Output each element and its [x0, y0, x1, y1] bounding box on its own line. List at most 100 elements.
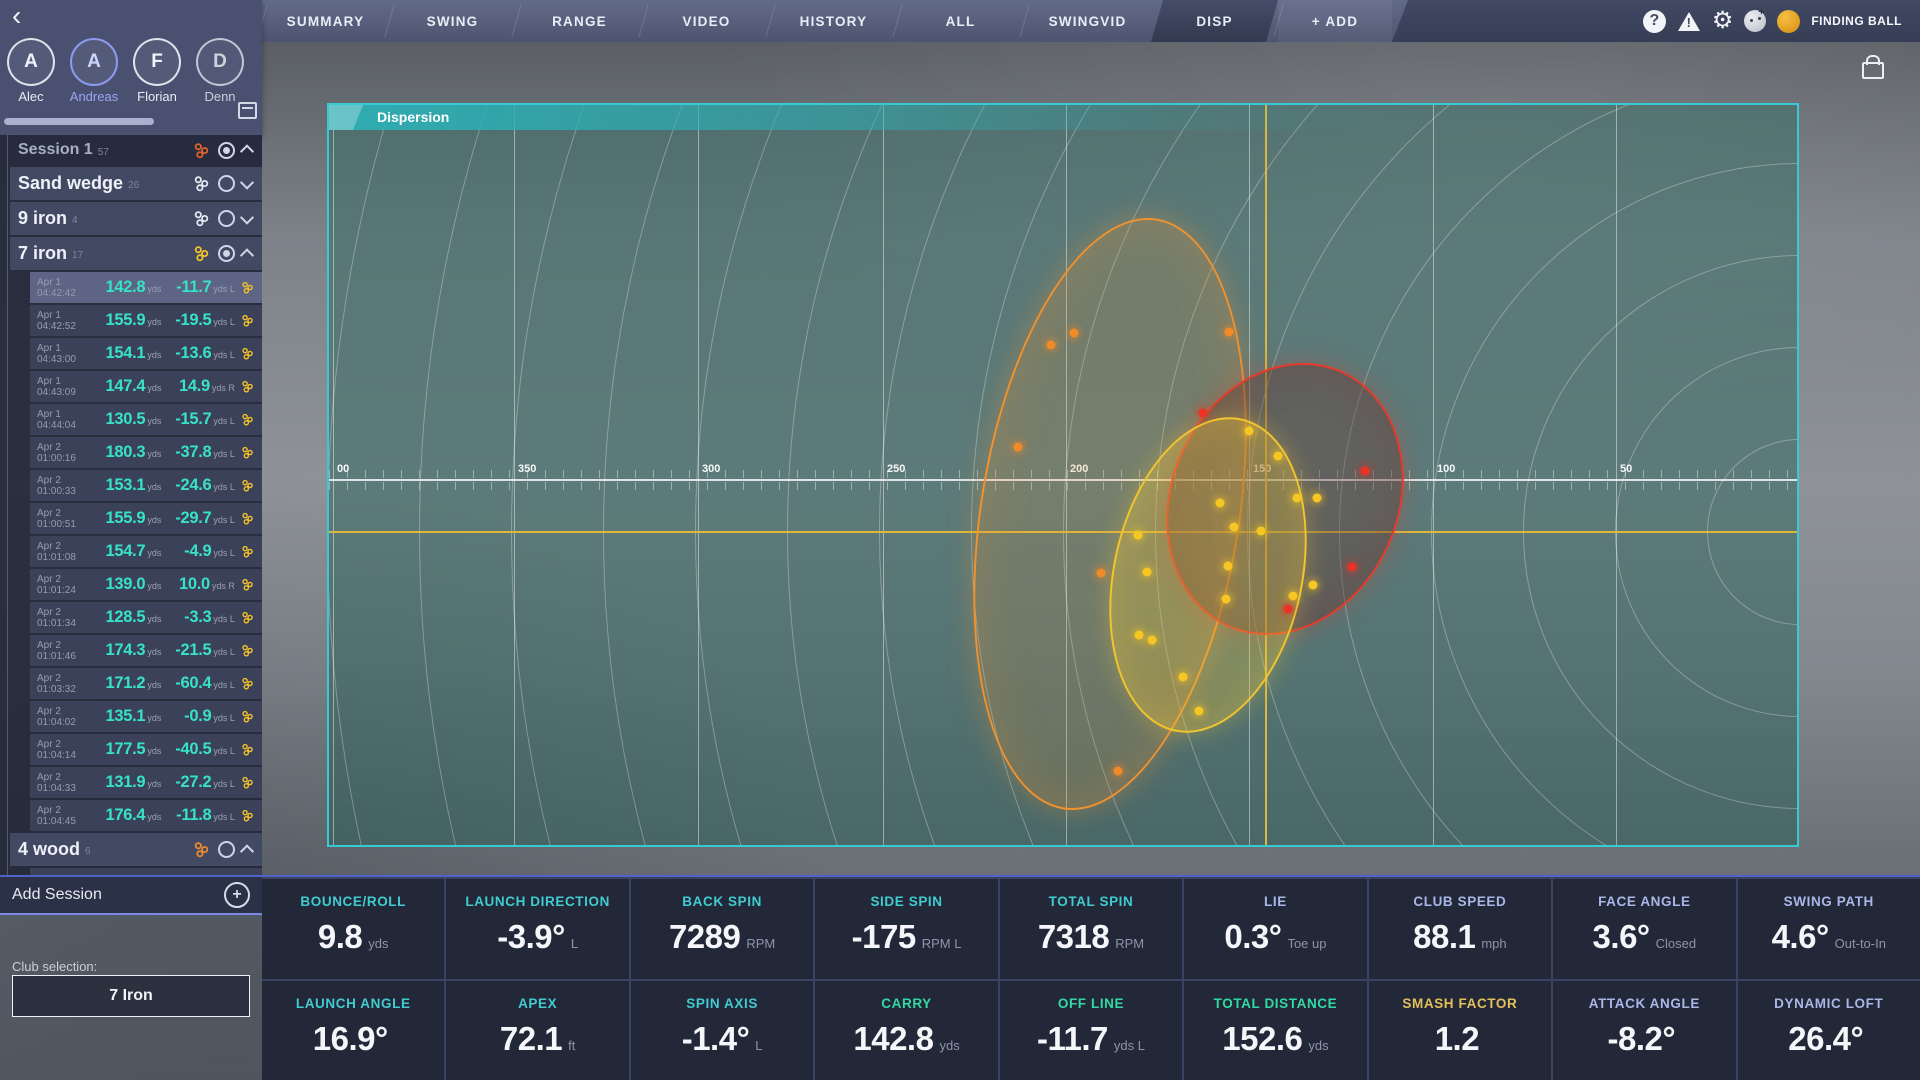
- club-expand-chevron-icon[interactable]: [240, 210, 254, 224]
- shot-dot[interactable]: [1216, 499, 1225, 508]
- shot-dot[interactable]: [1179, 673, 1188, 682]
- shot-dispersion-icon[interactable]: [241, 775, 254, 790]
- session-header[interactable]: Session 1 57: [10, 135, 262, 165]
- shot-dispersion-icon[interactable]: [241, 709, 254, 724]
- shot-dot[interactable]: [1284, 605, 1293, 614]
- avatar[interactable]: A: [7, 38, 55, 86]
- player-item[interactable]: F Florian: [132, 38, 182, 104]
- shot-row[interactable]: Apr 104:44:04 130.5yds -15.7yds L: [30, 404, 262, 435]
- shot-dot[interactable]: [1199, 409, 1208, 418]
- club-row[interactable]: 4 wood 6: [10, 833, 262, 866]
- session-collapse-chevron-icon[interactable]: [240, 144, 254, 158]
- back-button[interactable]: ‹: [12, 2, 21, 30]
- shot-row[interactable]: Apr 201:01:08 154.7yds -4.9yds L: [30, 536, 262, 567]
- avatar[interactable]: F: [133, 38, 181, 86]
- shot-row[interactable]: Apr 201:01:34 128.5yds -3.3yds L: [30, 602, 262, 633]
- shot-dot[interactable]: [1309, 581, 1318, 590]
- nav-tab[interactable]: DISP: [1151, 0, 1278, 42]
- club-dispersion-icon[interactable]: [193, 210, 210, 227]
- shot-dispersion-icon[interactable]: [241, 610, 254, 625]
- shot-dispersion-icon[interactable]: [241, 445, 254, 460]
- shot-dot[interactable]: [1135, 631, 1144, 640]
- shot-row[interactable]: Apr 201:00:51 155.9yds -29.7yds L: [30, 503, 262, 534]
- shot-row[interactable]: Apr 201:00:33 153.1yds -24.6yds L: [30, 470, 262, 501]
- player-scrollbar[interactable]: [4, 118, 154, 125]
- club-select-radio[interactable]: [218, 210, 235, 227]
- shot-row[interactable]: Apr 201:04:33 131.9yds -27.2yds L: [30, 767, 262, 798]
- shot-dispersion-icon[interactable]: [241, 478, 254, 493]
- nav-tab[interactable]: SUMMARY: [262, 0, 389, 42]
- shot-row[interactable]: Apr 104:42:52 155.9yds -19.5yds L: [30, 305, 262, 336]
- shot-dot[interactable]: [1230, 523, 1239, 532]
- shot-dispersion-icon[interactable]: [241, 280, 254, 295]
- shot-dispersion-icon[interactable]: [241, 346, 254, 361]
- shot-dispersion-icon[interactable]: [241, 412, 254, 427]
- shot-dot[interactable]: [1361, 467, 1370, 476]
- nav-tab[interactable]: SWINGVID: [1024, 0, 1151, 42]
- shot-row[interactable]: Apr 201:04:02 135.1yds -0.9yds L: [30, 701, 262, 732]
- shot-dispersion-icon[interactable]: [241, 808, 254, 823]
- club-select-radio[interactable]: [218, 245, 235, 262]
- plus-icon[interactable]: +: [224, 882, 250, 908]
- shot-dot[interactable]: [1225, 328, 1234, 337]
- club-select-radio[interactable]: [218, 841, 235, 858]
- shot-dot[interactable]: [1257, 527, 1266, 536]
- shot-dispersion-icon[interactable]: [241, 577, 254, 592]
- club-expand-chevron-icon[interactable]: [240, 844, 254, 858]
- shot-dot[interactable]: [1293, 494, 1302, 503]
- shot-dot[interactable]: [1222, 595, 1231, 604]
- shot-row[interactable]: Apr 104:43:09 147.4yds 14.9yds R: [30, 371, 262, 402]
- nav-tab[interactable]: VIDEO: [643, 0, 770, 42]
- club-dispersion-icon[interactable]: [193, 841, 210, 858]
- shot-dot[interactable]: [1348, 563, 1357, 572]
- nav-tab[interactable]: HISTORY: [770, 0, 897, 42]
- shot-dot[interactable]: [1047, 341, 1056, 350]
- shot-dot[interactable]: [1195, 707, 1204, 716]
- shot-dispersion-icon[interactable]: [241, 379, 254, 394]
- shot-dot[interactable]: [1097, 569, 1106, 578]
- avatar[interactable]: A: [70, 38, 118, 86]
- shot-row[interactable]: Apr 104:42:42 142.8yds -11.7yds L: [30, 272, 262, 303]
- help-icon[interactable]: ?: [1643, 10, 1666, 33]
- shot-dot[interactable]: [1274, 452, 1283, 461]
- shot-dispersion-icon[interactable]: [241, 313, 254, 328]
- nav-tab[interactable]: SWING: [389, 0, 516, 42]
- club-row[interactable]: 7 iron 17: [10, 237, 262, 270]
- archive-icon[interactable]: [238, 102, 257, 119]
- shot-dot[interactable]: [1143, 568, 1152, 577]
- ball-detect-icon[interactable]: [1744, 10, 1766, 32]
- club-select-radio[interactable]: [218, 175, 235, 192]
- shot-dot[interactable]: [1245, 427, 1254, 436]
- nav-tab[interactable]: ALL: [897, 0, 1024, 42]
- shot-dot[interactable]: [1313, 494, 1322, 503]
- shot-dot[interactable]: [1148, 636, 1157, 645]
- add-session-button[interactable]: Add Session +: [0, 877, 262, 915]
- shot-row[interactable]: Apr 201:03:32 171.2yds -60.4yds L: [30, 668, 262, 699]
- club-row[interactable]: 9 iron 4: [10, 202, 262, 235]
- shot-dot[interactable]: [1224, 562, 1233, 571]
- club-row[interactable]: Sand wedge 26: [10, 167, 262, 200]
- session-dispersion-icon[interactable]: [193, 142, 210, 159]
- shot-dispersion-icon[interactable]: [241, 544, 254, 559]
- club-dispersion-icon[interactable]: [193, 175, 210, 192]
- shot-row[interactable]: Apr 201:00:16 180.3yds -37.8yds L: [30, 437, 262, 468]
- settings-gear-icon[interactable]: ⚙: [1712, 9, 1734, 33]
- shot-dispersion-icon[interactable]: [241, 643, 254, 658]
- shot-dispersion-icon[interactable]: [241, 511, 254, 526]
- session-select-radio[interactable]: [218, 142, 235, 159]
- club-expand-chevron-icon[interactable]: [240, 248, 254, 262]
- shot-dot[interactable]: [1134, 531, 1143, 540]
- club-selection-button[interactable]: 7 Iron: [12, 975, 250, 1017]
- shot-dispersion-icon[interactable]: [241, 676, 254, 691]
- player-item[interactable]: A Andreas: [69, 38, 119, 104]
- club-expand-chevron-icon[interactable]: [240, 175, 254, 189]
- warning-icon[interactable]: [1677, 11, 1701, 31]
- avatar[interactable]: D: [196, 38, 244, 86]
- shot-row[interactable]: Apr 201:01:24 139.0yds 10.0yds R: [30, 569, 262, 600]
- club-dispersion-icon[interactable]: [193, 245, 210, 262]
- shot-dot[interactable]: [1014, 443, 1023, 452]
- player-item[interactable]: A Alec: [6, 38, 56, 104]
- shot-row[interactable]: Apr 201:01:46 174.3yds -21.5yds L: [30, 635, 262, 666]
- shot-dot[interactable]: [1114, 767, 1123, 776]
- shot-dot[interactable]: [1289, 592, 1298, 601]
